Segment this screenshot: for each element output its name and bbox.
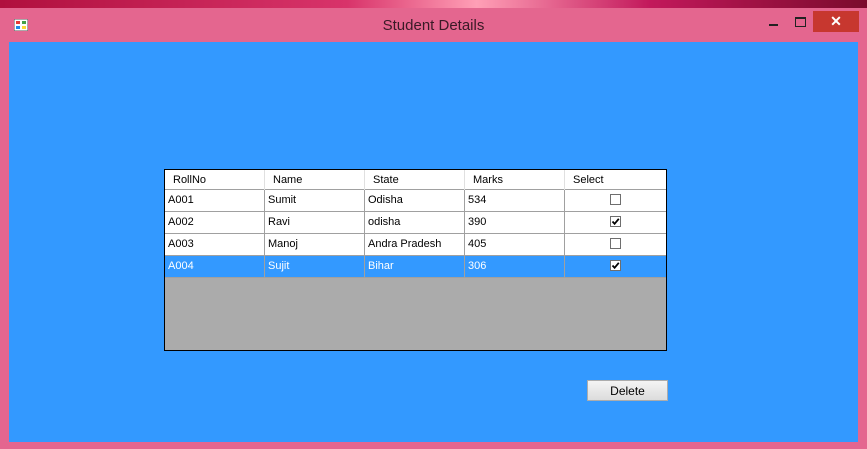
maximize-button[interactable]: [787, 11, 814, 32]
select-checkbox[interactable]: [610, 260, 621, 271]
cell-state[interactable]: Odisha: [365, 190, 465, 211]
cell-name[interactable]: Ravi: [265, 212, 365, 233]
select-checkbox[interactable]: [610, 216, 621, 227]
cell-rollno[interactable]: A003: [165, 234, 265, 255]
cell-name[interactable]: Sumit: [265, 190, 365, 211]
delete-button[interactable]: Delete: [587, 380, 668, 401]
student-details-window: Student Details ✕ RollNo Name State Mark…: [0, 8, 867, 449]
column-header-name[interactable]: Name: [265, 170, 365, 190]
cell-select: [565, 212, 666, 233]
title-bar[interactable]: Student Details ✕: [0, 8, 867, 42]
cell-select: [565, 256, 666, 277]
cell-select: [565, 190, 666, 211]
maximize-icon: [795, 17, 806, 27]
cell-marks[interactable]: 405: [465, 234, 565, 255]
select-checkbox[interactable]: [610, 238, 621, 249]
checkmark-icon: [611, 218, 620, 226]
table-row[interactable]: A004 Sujit Bihar 306: [165, 256, 666, 278]
column-header-state[interactable]: State: [365, 170, 465, 190]
cell-rollno[interactable]: A001: [165, 190, 265, 211]
grid-header: RollNo Name State Marks Select: [165, 170, 666, 190]
cell-rollno[interactable]: A004: [165, 256, 265, 277]
cell-name[interactable]: Manoj: [265, 234, 365, 255]
cell-select: [565, 234, 666, 255]
minimize-button[interactable]: [760, 11, 787, 32]
form-client-area: RollNo Name State Marks Select A001 Sumi…: [9, 42, 858, 442]
column-header-rollno[interactable]: RollNo: [165, 170, 265, 190]
cell-state[interactable]: odisha: [365, 212, 465, 233]
cell-state[interactable]: Andra Pradesh: [365, 234, 465, 255]
table-row[interactable]: A003 Manoj Andra Pradesh 405: [165, 234, 666, 256]
close-icon: ✕: [830, 13, 842, 29]
cell-marks[interactable]: 390: [465, 212, 565, 233]
column-header-marks[interactable]: Marks: [465, 170, 565, 190]
minimize-icon: [769, 24, 778, 26]
column-header-select[interactable]: Select: [565, 170, 666, 190]
select-checkbox[interactable]: [610, 194, 621, 205]
close-button[interactable]: ✕: [813, 11, 859, 32]
window-title: Student Details: [382, 17, 485, 34]
cell-state[interactable]: Bihar: [365, 256, 465, 277]
cell-marks[interactable]: 534: [465, 190, 565, 211]
table-row[interactable]: A002 Ravi odisha 390: [165, 212, 666, 234]
cell-rollno[interactable]: A002: [165, 212, 265, 233]
cell-marks[interactable]: 306: [465, 256, 565, 277]
cell-name[interactable]: Sujit: [265, 256, 365, 277]
checkmark-icon: [611, 262, 620, 270]
table-row[interactable]: A001 Sumit Odisha 534: [165, 190, 666, 212]
students-grid[interactable]: RollNo Name State Marks Select A001 Sumi…: [164, 169, 667, 351]
